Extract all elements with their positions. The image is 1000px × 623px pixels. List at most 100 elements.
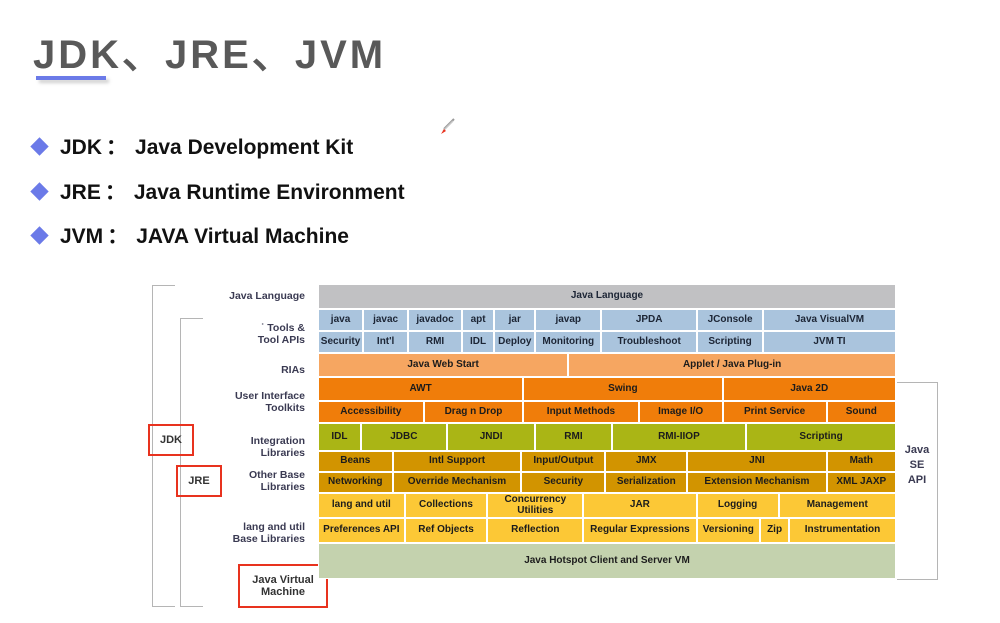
grid-cell: Regular Expressions xyxy=(583,518,697,543)
grid-cell-label: Collections xyxy=(419,499,473,511)
grid-cell: lang and util xyxy=(318,493,405,518)
grid-cell-label: Versioning xyxy=(702,524,754,536)
grid-cell: Networking xyxy=(318,472,393,493)
grid-cell: JMX xyxy=(605,451,688,472)
grid-cell-label: Java Web Start xyxy=(407,358,479,370)
grid-band-tools-row-1: java javac javadoc apt jar javap JPDA JConsole J… xyxy=(318,309,896,331)
grid-cell: RMI-IIOP xyxy=(611,423,747,451)
grid-cell-label: Scripting xyxy=(799,430,843,442)
grid-cell: Concurrency Utilities xyxy=(487,493,584,518)
grid-band-integration-libraries: IDL JDBC JNDI RMI RMI-IIOP Scripting xyxy=(318,423,896,451)
grid-cell: Instrumentation xyxy=(789,518,896,543)
grid-cell: Int'l xyxy=(363,331,409,353)
grid-cell: Java VisualVM xyxy=(763,309,896,331)
grid-cell-label: Java Language xyxy=(570,290,644,302)
grid-cell-label: JNDI xyxy=(479,430,503,442)
grid-cell-label: Print Service xyxy=(744,405,806,417)
grid-cell-label: RMI xyxy=(564,430,583,442)
grid-cell: Scripting xyxy=(697,331,764,353)
grid-cell-label: RMI-IIOP xyxy=(658,430,700,442)
grid-cell-label: Swing xyxy=(608,382,638,394)
row-label-java-language: Java Language xyxy=(229,290,305,302)
java-platform-diagram: JDK JRE Java Virtual Machine Java SE API… xyxy=(0,0,1000,623)
grid-cell-label: Scripting xyxy=(708,335,752,347)
grid-cell: JPDA xyxy=(601,309,698,331)
row-label-line: Java Language xyxy=(229,290,305,302)
grid-cell: javap xyxy=(535,309,602,331)
row-label-user-interface-toolkits: User Interface Toolkits xyxy=(235,390,305,414)
grid-cell-label: JNI xyxy=(749,455,765,467)
grid-cell: jar xyxy=(494,309,536,331)
grid-cell: Reflection xyxy=(487,518,584,543)
callout-jdk: JDK xyxy=(148,424,194,456)
grid-band-lang-and-util-row-2: Preferences API Ref Objects Reflection Regu… xyxy=(318,518,896,543)
grid-cell: JConsole xyxy=(697,309,764,331)
grid-cell-label: RMI xyxy=(425,335,445,347)
grid-cell-label: Concurrency Utilities xyxy=(504,494,567,516)
grid-band-rias: Java Web Start Applet / Java Plug-in xyxy=(318,353,896,377)
grid-cell: Preferences API xyxy=(318,518,405,543)
grid-cell-label: jar xyxy=(508,313,521,325)
se-api-line1: Java xyxy=(904,444,930,456)
grid-cell: Serialization xyxy=(605,472,688,493)
grid-cell: Scripting xyxy=(746,423,896,451)
se-api-line3: API xyxy=(907,474,927,486)
grid-cell-label: JDBC xyxy=(390,430,418,442)
grid-cell: Override Mechanism xyxy=(392,472,522,493)
grid-cell: JDBC xyxy=(360,423,447,451)
grid-cell-label: JConsole xyxy=(707,313,753,325)
callout-java-virtual-machine: Java Virtual Machine xyxy=(238,564,328,608)
grid-cell: Extension Mechanism xyxy=(687,472,827,493)
grid-cell: Swing xyxy=(523,377,723,401)
grid-cell: javadoc xyxy=(408,309,462,331)
row-label-integration-libraries: Integration Libraries xyxy=(251,435,305,459)
grid-cell-label: Override Mechanism xyxy=(407,476,507,488)
grid-cell-label: IDL xyxy=(331,430,348,442)
grid-cell: Accessibility xyxy=(318,401,424,423)
grid-band-ui-toolkits-row-2: Accessibility Drag n Drop Input Methods Ima… xyxy=(318,401,896,423)
grid-cell: Image I/O xyxy=(638,401,723,423)
grid-cell-label: Security xyxy=(543,476,584,488)
grid-cell-label: javap xyxy=(555,313,582,325)
grid-cell-label: Image I/O xyxy=(658,405,704,417)
grid-band-lang-and-util-row-1: lang and util Collections Concurrency Util… xyxy=(318,493,896,518)
grid-cell-label: javac xyxy=(373,313,399,325)
grid-cell: Logging xyxy=(696,493,779,518)
grid-cell-label: Serialization xyxy=(616,476,676,488)
grid-cell: Java 2D xyxy=(722,377,896,401)
grid-cell-label: Reflection xyxy=(511,524,560,536)
grid-cell: AWT xyxy=(318,377,524,401)
grid-cell-label: Deploy xyxy=(498,335,532,347)
grid-cell: Applet / Java Plug-in xyxy=(568,353,896,377)
grid-cell-label: apt xyxy=(470,313,486,325)
grid-cell-label: lang and util xyxy=(331,499,391,511)
row-label-line: Toolkits xyxy=(265,402,305,414)
grid-band-ui-toolkits-row-1: AWT Swing Java 2D xyxy=(318,377,896,401)
row-label-line: RIAs xyxy=(281,364,305,376)
grid-cell-label: Extension Mechanism xyxy=(704,476,810,488)
grid-cell: JAR xyxy=(583,493,697,518)
grid-band-tools-row-2: Security Int'l RMI IDL Deploy Monitoring Troub… xyxy=(318,331,896,353)
grid-cell: Management xyxy=(778,493,896,518)
grid-cell: apt xyxy=(461,309,495,331)
row-label-line: User Interface xyxy=(234,390,305,402)
grid-cell-label: JMX xyxy=(635,455,657,467)
grid-cell: JNI xyxy=(687,451,827,472)
jre-scope-bracket xyxy=(180,318,203,607)
row-label-line: Libraries xyxy=(260,447,305,459)
row-label-line: ˙ Tools & xyxy=(260,322,305,334)
callout-jvm-line1: Java Virtual xyxy=(252,574,314,586)
grid-cell: Monitoring xyxy=(535,331,602,353)
grid-cell: IDL xyxy=(318,423,361,451)
grid-cell-label: JPDA xyxy=(635,313,663,325)
grid-cell-label: Math xyxy=(849,455,873,467)
grid-cell-label: Zip xyxy=(767,524,783,536)
row-label-line: Base Libraries xyxy=(232,533,305,545)
grid-cell-label: Troubleshoot xyxy=(617,335,681,347)
grid-cell: Troubleshoot xyxy=(601,331,698,353)
row-label-line: lang and util xyxy=(243,521,305,533)
row-label-line: Tool APIs xyxy=(257,334,305,346)
java-se-api-label: Java SE API xyxy=(897,443,937,488)
grid-cell: Security xyxy=(318,331,364,353)
grid-band-java-language: Java Language xyxy=(318,284,896,309)
